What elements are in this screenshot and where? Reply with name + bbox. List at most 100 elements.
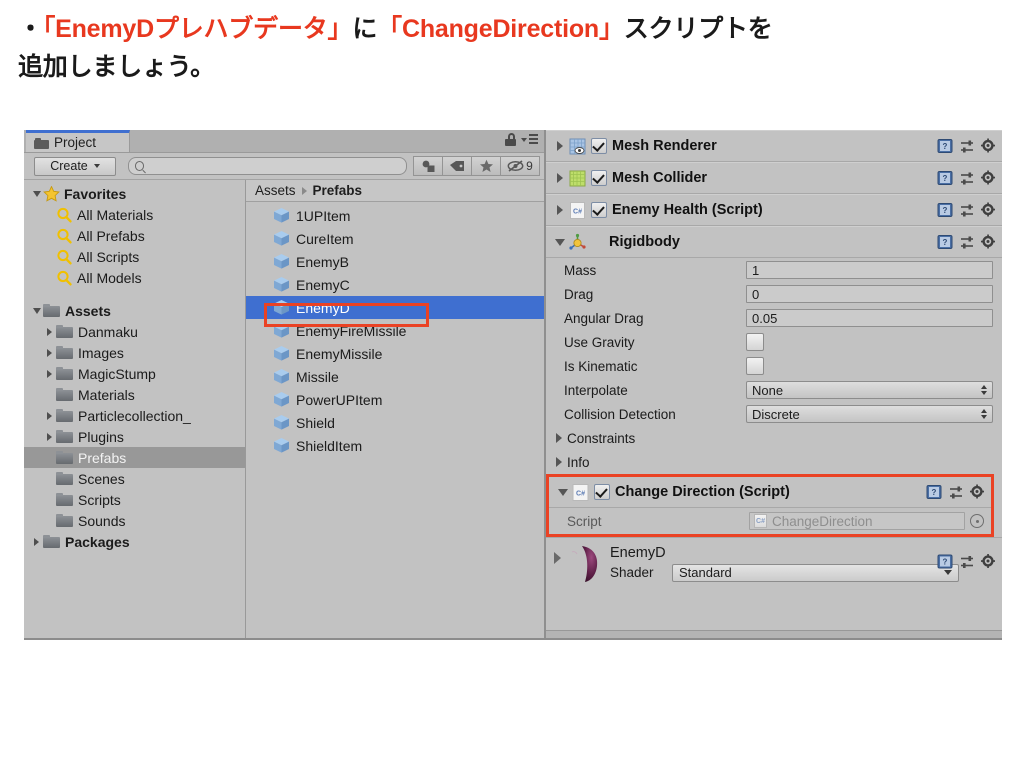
gear-icon[interactable] xyxy=(970,484,985,500)
chevron-right-icon[interactable] xyxy=(550,433,567,443)
gear-icon[interactable] xyxy=(981,202,996,218)
tree-item-danmaku[interactable]: Danmaku xyxy=(24,321,245,342)
tree-item-particlecollection[interactable]: Particlecollection_ xyxy=(24,405,245,426)
component-enabled-checkbox[interactable] xyxy=(591,138,607,154)
chevron-right-icon[interactable] xyxy=(43,432,56,441)
prefab-cube-icon xyxy=(272,207,291,224)
lock-icon[interactable] xyxy=(505,133,516,146)
tree-item-all-models[interactable]: All Models xyxy=(24,267,245,288)
tree-item-label: Scripts xyxy=(78,491,121,508)
asset-item-enemyb[interactable]: EnemyB xyxy=(246,250,544,273)
chevron-down-icon[interactable] xyxy=(30,190,43,197)
tree-item-assets[interactable]: Assets xyxy=(24,300,245,321)
component-header-mesh-renderer[interactable]: Mesh Renderer? xyxy=(546,130,1002,162)
component-header-rigidbody[interactable]: Rigidbody? xyxy=(546,226,1002,258)
help-book-icon[interactable]: ? xyxy=(937,171,953,186)
tree-item-scripts[interactable]: Scripts xyxy=(24,489,245,510)
component-header-enemy-health-script[interactable]: C# Enemy Health (Script)? xyxy=(546,194,1002,226)
help-book-icon[interactable]: ? xyxy=(937,203,953,218)
tree-item-all-prefabs[interactable]: All Prefabs xyxy=(24,225,245,246)
chevron-right-icon[interactable] xyxy=(552,141,568,151)
preset-sliders-icon[interactable] xyxy=(960,235,974,249)
tab-project[interactable]: Project xyxy=(26,130,130,152)
breadcrumb-root[interactable]: Assets xyxy=(255,183,296,198)
panel-menu-icon[interactable] xyxy=(521,133,538,146)
tree-item-materials[interactable]: Materials xyxy=(24,384,245,405)
component-enabled-checkbox[interactable] xyxy=(591,202,607,218)
tree-item-prefabs[interactable]: Prefabs xyxy=(24,447,245,468)
tree-item-scenes[interactable]: Scenes xyxy=(24,468,245,489)
property-checkbox[interactable] xyxy=(746,333,764,351)
chevron-down-icon[interactable] xyxy=(552,238,568,246)
component-header-mesh-collider[interactable]: Mesh Collider? xyxy=(546,162,1002,194)
tree-item-images[interactable]: Images xyxy=(24,342,245,363)
tree-item-plugins[interactable]: Plugins xyxy=(24,426,245,447)
asset-item-shielditem[interactable]: ShieldItem xyxy=(246,434,544,457)
chevron-right-icon[interactable] xyxy=(550,457,567,467)
preset-sliders-icon[interactable] xyxy=(960,139,974,153)
filter-by-type-icon[interactable] xyxy=(413,156,443,176)
tree-item-magicstump[interactable]: MagicStump xyxy=(24,363,245,384)
help-book-icon[interactable]: ? xyxy=(937,235,953,250)
chevron-right-icon[interactable] xyxy=(552,205,568,215)
asset-item-enemyc[interactable]: EnemyC xyxy=(246,273,544,296)
material-foldout-arrow-icon[interactable] xyxy=(546,552,568,574)
preset-sliders-icon[interactable] xyxy=(960,555,974,569)
asset-item-1upitem[interactable]: 1UPItem xyxy=(246,204,544,227)
asset-item-powerupitem[interactable]: PowerUPItem xyxy=(246,388,544,411)
chevron-right-icon[interactable] xyxy=(552,173,568,183)
asset-item-enemyfiremissile[interactable]: EnemyFireMissile xyxy=(246,319,544,342)
help-book-icon[interactable]: ? xyxy=(937,139,953,154)
gear-icon[interactable] xyxy=(981,234,996,250)
gear-icon[interactable] xyxy=(981,170,996,186)
asset-item-missile[interactable]: Missile xyxy=(246,365,544,388)
favorite-star-icon[interactable] xyxy=(472,156,501,176)
preset-sliders-icon[interactable] xyxy=(960,171,974,185)
chevron-right-icon[interactable] xyxy=(43,327,56,336)
object-picker-icon[interactable] xyxy=(970,514,984,528)
preset-sliders-icon[interactable] xyxy=(960,203,974,217)
tree-item-sounds[interactable]: Sounds xyxy=(24,510,245,531)
property-value-input[interactable]: 1 xyxy=(746,261,993,279)
search-input[interactable] xyxy=(148,159,400,173)
chevron-down-icon[interactable] xyxy=(30,307,43,314)
folder-icon xyxy=(56,409,73,422)
script-reference-field[interactable]: C# ChangeDirection xyxy=(749,512,965,530)
foldout-info[interactable]: Info xyxy=(546,450,1002,474)
chevron-right-icon[interactable] xyxy=(43,411,56,420)
chevron-right-icon[interactable] xyxy=(43,348,56,357)
asset-item-enemyd[interactable]: EnemyD xyxy=(246,296,544,319)
property-checkbox[interactable] xyxy=(746,357,764,375)
foldout-constraints[interactable]: Constraints xyxy=(546,426,1002,450)
create-button[interactable]: Create xyxy=(34,156,116,176)
change-direction-header[interactable]: C# Change Direction (Script) ? xyxy=(549,477,991,508)
component-enabled-checkbox[interactable] xyxy=(591,170,607,186)
shader-dropdown[interactable]: Standard xyxy=(672,563,959,582)
help-book-icon[interactable]: ? xyxy=(937,554,953,569)
property-dropdown[interactable]: Discrete xyxy=(746,405,993,423)
property-value-input[interactable]: 0 xyxy=(746,285,993,303)
chevron-right-icon[interactable] xyxy=(30,537,43,546)
change-direction-enabled-checkbox[interactable] xyxy=(594,484,610,500)
tree-item-favorites[interactable]: Favorites xyxy=(24,183,245,204)
search-field[interactable] xyxy=(128,157,407,175)
folder-icon xyxy=(56,493,73,506)
gear-icon[interactable] xyxy=(981,138,996,154)
preset-sliders-icon[interactable] xyxy=(949,485,963,499)
tree-item-all-materials[interactable]: All Materials xyxy=(24,204,245,225)
property-value-input[interactable]: 0.05 xyxy=(746,309,993,327)
component-title: Mesh Collider xyxy=(612,170,708,186)
project-body: Favorites All Materials All Prefabs All Scr… xyxy=(24,180,544,640)
tree-item-packages[interactable]: Packages xyxy=(24,531,245,552)
asset-item-cureitem[interactable]: CureItem xyxy=(246,227,544,250)
gear-icon[interactable] xyxy=(981,554,996,569)
asset-item-enemymissile[interactable]: EnemyMissile xyxy=(246,342,544,365)
asset-item-shield[interactable]: Shield xyxy=(246,411,544,434)
filter-by-label-icon[interactable] xyxy=(443,156,472,176)
property-dropdown[interactable]: None xyxy=(746,381,993,399)
visibility-toggle[interactable]: 9 xyxy=(501,156,540,176)
help-book-icon[interactable]: ? xyxy=(926,485,942,500)
tree-item-all-scripts[interactable]: All Scripts xyxy=(24,246,245,267)
foldout-arrow-icon[interactable] xyxy=(555,488,571,496)
chevron-right-icon[interactable] xyxy=(43,369,56,378)
